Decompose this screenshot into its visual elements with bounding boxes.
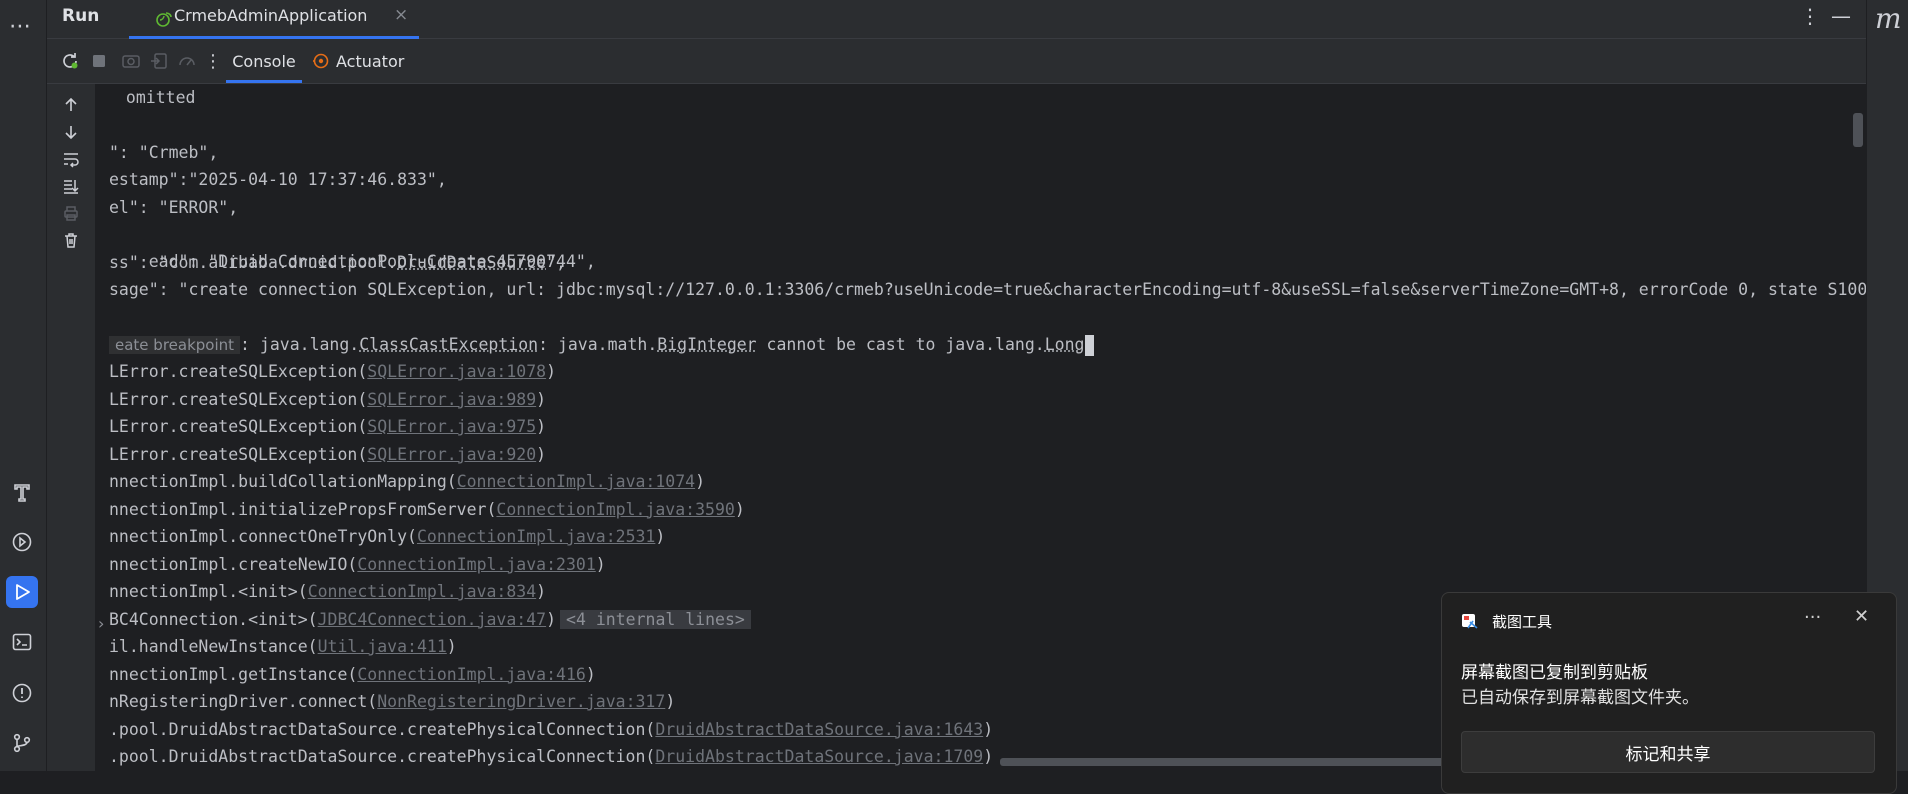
- terminal-icon[interactable]: [6, 626, 38, 658]
- scroll-to-end-icon[interactable]: [60, 175, 82, 197]
- horizontal-scrollbar[interactable]: [1000, 758, 1500, 766]
- stack-trace-line: LError.createSQLException(SQLError.java:…: [109, 417, 547, 436]
- maven-icon[interactable]: m: [1875, 2, 1902, 35]
- screenshot-icon[interactable]: [120, 50, 142, 72]
- actuator-icon: [312, 52, 330, 70]
- stack-trace-line: nRegisteringDriver.connect(NonRegisterin…: [109, 692, 676, 711]
- print-icon[interactable]: [60, 202, 82, 224]
- arrow-down-icon[interactable]: [60, 121, 82, 143]
- more-actions-icon[interactable]: ⋮: [202, 50, 224, 72]
- screenshot-notification: 截图工具 ··· ✕ 屏幕截图已复制到剪贴板 已自动保存到屏幕截图文件夹。 标记…: [1441, 592, 1897, 794]
- console-line: ": "Crmeb",: [109, 143, 219, 162]
- markup-and-share-button[interactable]: 标记和共享: [1461, 731, 1875, 773]
- stack-trace-line: LError.createSQLException(SQLError.java:…: [109, 362, 557, 381]
- source-link[interactable]: SQLError.java:989: [367, 390, 536, 409]
- class-reference[interactable]: ClassCastException: [359, 335, 538, 354]
- stack-trace-line: nnectionImpl.getInstance(ConnectionImpl.…: [109, 664, 596, 684]
- build-icon[interactable]: [6, 476, 38, 508]
- stack-trace-line: nnectionImpl.initializePropsFromServer(C…: [109, 499, 745, 519]
- source-link[interactable]: DruidAbstractDataSource.java:1709: [655, 747, 983, 766]
- text-caret: [1085, 335, 1095, 356]
- source-link[interactable]: NonRegisteringDriver.java:317: [377, 692, 665, 711]
- vertical-scrollbar[interactable]: [1853, 113, 1863, 147]
- arrow-up-icon[interactable]: [60, 94, 82, 116]
- source-link[interactable]: DruidAbstractDataSource.java:1643: [655, 720, 983, 739]
- class-reference[interactable]: DruidDataSource: [397, 253, 546, 272]
- tab-actuator[interactable]: Actuator: [312, 39, 404, 83]
- stack-trace-line: .pool.DruidAbstractDataSource.createPhys…: [109, 747, 994, 766]
- source-link[interactable]: ConnectionImpl.java:3590: [496, 500, 734, 519]
- class-reference[interactable]: Long: [1045, 335, 1085, 354]
- tab-console[interactable]: Console: [226, 39, 302, 83]
- source-link[interactable]: ConnectionImpl.java:834: [308, 582, 536, 601]
- source-link[interactable]: ConnectionImpl.java:1074: [457, 472, 695, 491]
- snipping-tool-icon: [1461, 612, 1479, 630]
- services-icon[interactable]: [6, 526, 38, 558]
- stack-trace-line: nnectionImpl.<init>(ConnectionImpl.java:…: [109, 582, 547, 601]
- tab-crmeb-admin-application[interactable]: CrmebAdminApplication ×: [129, 0, 419, 39]
- console-line: el": "ERROR",: [109, 198, 239, 217]
- restore-layout-icon[interactable]: [148, 50, 170, 72]
- notification-app-name: 截图工具: [1492, 613, 1553, 631]
- stack-trace-line: nnectionImpl.buildCollationMapping(Conne…: [109, 472, 706, 491]
- internal-lines-fold[interactable]: <4 internal lines>: [560, 609, 751, 629]
- create-breakpoint-link[interactable]: eate breakpoint: [109, 336, 241, 354]
- stack-trace-line: il.handleNewInstance(Util.java:411): [109, 637, 457, 656]
- stack-trace-line: LError.createSQLException(SQLError.java:…: [109, 389, 547, 409]
- stack-trace-line: LError.createSQLException(SQLError.java:…: [109, 444, 547, 464]
- source-link[interactable]: ConnectionImpl.java:2301: [357, 555, 595, 574]
- problems-icon[interactable]: [6, 677, 38, 709]
- close-tab-icon[interactable]: ×: [394, 5, 408, 25]
- source-link[interactable]: JDBC4Connection.java:47: [318, 610, 546, 629]
- console-gutter: [47, 84, 95, 771]
- minimize-icon[interactable]: —: [1831, 4, 1851, 28]
- left-tool-bar: ⋯: [0, 0, 47, 771]
- performance-icon[interactable]: [176, 50, 198, 72]
- active-tab-indicator: [226, 80, 302, 83]
- console-line: estamp":"2025-04-10 17:37:46.833",: [109, 170, 447, 189]
- expand-internal-lines-icon[interactable]: ›: [98, 614, 104, 633]
- run-tool-icon[interactable]: [6, 576, 38, 608]
- stack-trace-line: BC4Connection.<init>(JDBC4Connection.jav…: [109, 606, 751, 633]
- run-title: Run: [62, 6, 100, 26]
- clear-all-icon[interactable]: [60, 229, 82, 251]
- soft-wrap-icon[interactable]: [60, 148, 82, 170]
- stack-trace-line: nnectionImpl.createNewIO(ConnectionImpl.…: [109, 554, 606, 574]
- source-link[interactable]: SQLError.java:1078: [367, 362, 546, 381]
- stop-icon[interactable]: [88, 50, 110, 72]
- rerun-icon[interactable]: [59, 50, 81, 72]
- more-tools-icon[interactable]: ⋯: [9, 14, 32, 39]
- notification-title: 屏幕截图已复制到剪贴板: [1461, 663, 1648, 683]
- run-tool-header: Run CrmebAdminApplication × ⋮ —: [47, 0, 1866, 39]
- exception-line: eate breakpoint: java.lang.ClassCastExce…: [109, 331, 1095, 358]
- source-link[interactable]: SQLError.java:920: [367, 445, 536, 464]
- class-reference[interactable]: BigInteger: [657, 335, 756, 354]
- tab-actuator-label: Actuator: [336, 51, 405, 71]
- source-link[interactable]: ConnectionImpl.java:416: [357, 665, 585, 684]
- notification-body: 已自动保存到屏幕截图文件夹。: [1461, 688, 1699, 708]
- spring-boot-icon: [155, 10, 173, 32]
- options-menu-icon[interactable]: ⋮: [1800, 4, 1820, 28]
- console-line: ead": "Druid-ConnectionPool-Create-45790…: [148, 252, 596, 271]
- source-link[interactable]: Util.java:411: [318, 637, 447, 656]
- console-line: ss": "com.alibaba.druid.pool.DruidDataSo…: [109, 253, 566, 272]
- tab-label: CrmebAdminApplication: [174, 6, 368, 25]
- git-icon[interactable]: [6, 727, 38, 759]
- source-link[interactable]: SQLError.java:975: [367, 417, 536, 436]
- tab-console-label: Console: [232, 51, 296, 71]
- stack-trace-line: nnectionImpl.connectOneTryOnly(Connectio…: [109, 527, 666, 546]
- source-link[interactable]: ConnectionImpl.java:2531: [417, 527, 655, 546]
- console-line: omitted: [116, 88, 196, 107]
- console-line: sage": "create connection SQLException, …: [109, 280, 1866, 299]
- notification-more-icon[interactable]: ···: [1804, 607, 1821, 628]
- notification-close-icon[interactable]: ✕: [1854, 606, 1869, 627]
- console-toolbar: ⋮ Console Actuator: [47, 39, 1866, 84]
- stack-trace-line: .pool.DruidAbstractDataSource.createPhys…: [109, 719, 994, 739]
